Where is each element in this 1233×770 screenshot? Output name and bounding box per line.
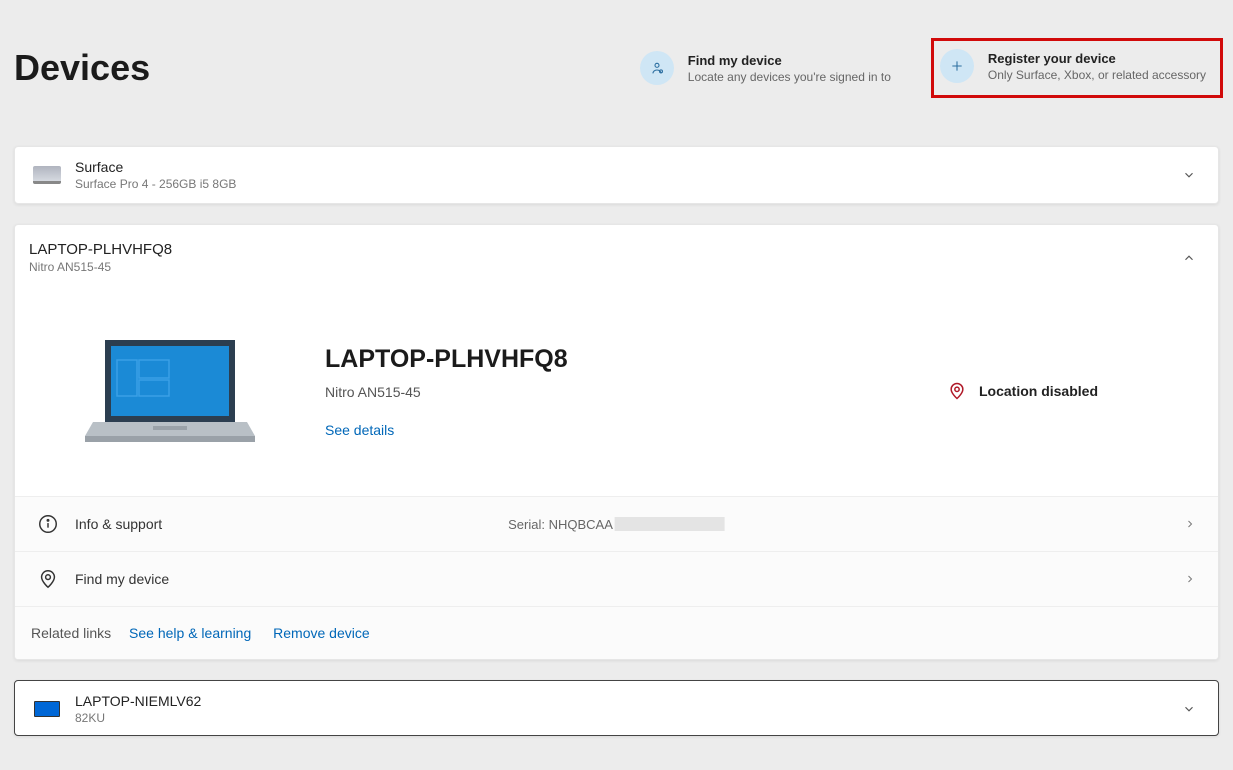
location-pin-icon <box>947 381 967 401</box>
device-title: LAPTOP-PLHVHFQ8 <box>325 345 947 374</box>
register-device-action[interactable]: Register your device Only Surface, Xbox,… <box>940 49 1206 83</box>
find-subtitle: Locate any devices you're signed in to <box>688 70 891 84</box>
chevron-down-icon <box>1182 702 1196 716</box>
page-title: Devices <box>14 47 150 89</box>
chevron-right-icon <box>1184 518 1196 530</box>
device-model-large: Nitro AN515-45 <box>325 384 947 400</box>
location-icon <box>31 568 65 590</box>
see-details-link[interactable]: See details <box>325 422 947 438</box>
chevron-right-icon <box>1184 573 1196 585</box>
device-name: LAPTOP-PLHVHFQ8 <box>29 241 172 258</box>
laptop-thumb-icon <box>33 699 61 719</box>
find-my-device-row[interactable]: Find my device <box>15 551 1218 606</box>
info-support-row[interactable]: Info & support Serial: NHQBCAA <box>15 496 1218 551</box>
laptop-illustration-icon <box>85 336 255 446</box>
location-status: Location disabled <box>979 383 1098 399</box>
find-title: Find my device <box>688 53 891 68</box>
device-row-expanded-header[interactable]: LAPTOP-PLHVHFQ8 Nitro AN515-45 <box>15 225 1218 286</box>
device-details: Surface Pro 4 - 256GB i5 8GB <box>75 177 236 191</box>
device-name: Surface <box>75 159 236 175</box>
device-row-surface[interactable]: Surface Surface Pro 4 - 256GB i5 8GB <box>15 147 1218 203</box>
find-my-device-action[interactable]: Find my device Locate any devices you're… <box>640 51 891 85</box>
info-icon <box>31 513 65 535</box>
find-label: Find my device <box>75 571 169 587</box>
related-links-label: Related links <box>31 625 111 641</box>
chevron-down-icon <box>1182 168 1196 182</box>
help-learning-link[interactable]: See help & learning <box>129 625 251 641</box>
person-location-icon <box>640 51 674 85</box>
plus-icon <box>940 49 974 83</box>
device-model: Nitro AN515-45 <box>29 260 172 274</box>
register-title: Register your device <box>988 51 1206 66</box>
device-name: LAPTOP-NIEMLV62 <box>75 693 201 709</box>
device-row-niemlv62[interactable]: LAPTOP-NIEMLV62 82KU <box>15 681 1218 735</box>
chevron-up-icon <box>1182 251 1196 265</box>
info-label: Info & support <box>75 516 162 532</box>
surface-thumb-icon <box>33 165 61 185</box>
register-highlight: Register your device Only Surface, Xbox,… <box>931 38 1223 98</box>
register-subtitle: Only Surface, Xbox, or related accessory <box>988 68 1206 82</box>
serial-display: Serial: NHQBCAA <box>508 517 725 532</box>
remove-device-link[interactable]: Remove device <box>273 625 370 641</box>
device-model: 82KU <box>75 711 201 725</box>
